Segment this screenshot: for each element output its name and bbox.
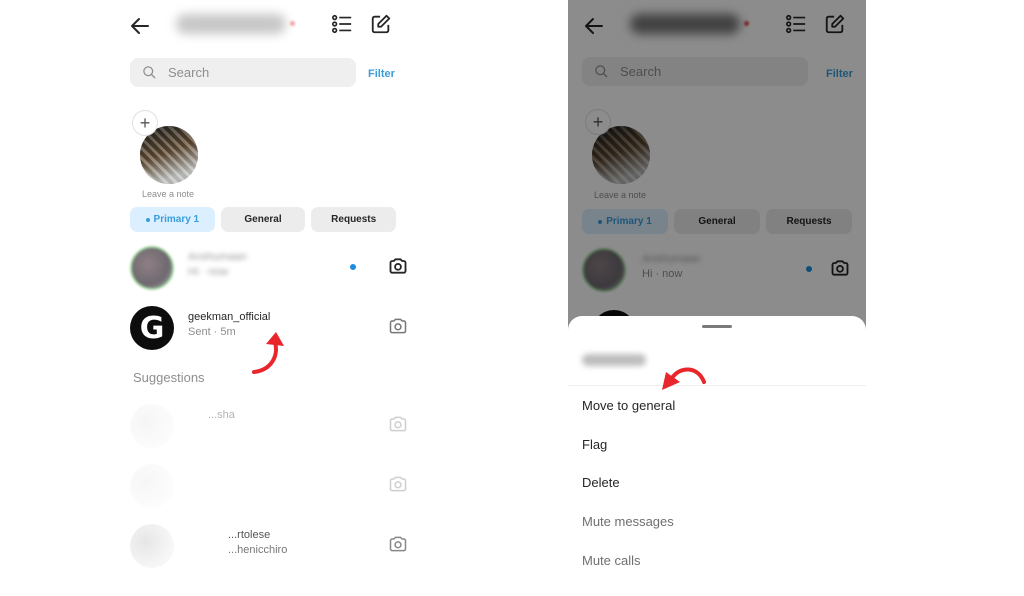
thread-subtitle: Sent · 5m (188, 326, 236, 338)
camera-icon[interactable] (388, 256, 408, 276)
arrow-left-icon[interactable] (128, 14, 152, 38)
leave-note-label: Leave a note (142, 189, 195, 199)
unread-dot (350, 264, 356, 270)
suggestion-row[interactable]: ...sha (130, 402, 407, 450)
suggestions-heading: Suggestions (133, 370, 205, 385)
search-input[interactable]: Search (130, 58, 356, 87)
thread-name: Anshumaan (188, 251, 247, 263)
avatar (130, 246, 174, 290)
menu-item-mute-calls[interactable]: Mute calls (582, 553, 641, 568)
camera-icon[interactable] (388, 414, 408, 434)
search-placeholder: Search (168, 65, 210, 80)
avatar (130, 404, 174, 448)
suggestion-name: ...sha (208, 409, 235, 421)
camera-icon[interactable] (388, 534, 408, 554)
tab-primary[interactable]: Primary 1 (130, 207, 215, 232)
avatar (130, 464, 174, 508)
compose-icon[interactable] (370, 13, 392, 35)
notification-dot (290, 21, 295, 26)
tab-requests[interactable]: Requests (311, 207, 397, 232)
suggestion-subtitle: ...henicchiro (228, 544, 288, 556)
drag-handle[interactable] (702, 325, 732, 328)
list-icon[interactable] (331, 13, 353, 35)
divider (568, 385, 866, 386)
header (114, 0, 412, 50)
thread-name: geekman_official (188, 311, 271, 323)
thread-row[interactable]: Anshumaan Hi · now (130, 244, 407, 292)
tab-general[interactable]: General (220, 207, 306, 232)
avatar (130, 524, 174, 568)
suggestion-row[interactable] (130, 462, 407, 510)
account-username[interactable] (176, 14, 286, 34)
thread-subtitle: Hi · now (188, 266, 229, 278)
filter-button[interactable]: Filter (368, 68, 395, 80)
inbox-screen-with-menu: Search Filter + Leave a note Primary 1 G… (568, 0, 866, 596)
inbox-tabs: Primary 1 General Requests (130, 207, 397, 232)
menu-item-delete[interactable]: Delete (582, 475, 620, 490)
avatar: G (130, 306, 174, 350)
plus-icon[interactable]: + (132, 110, 158, 136)
camera-icon[interactable] (388, 316, 408, 336)
thread-row[interactable]: G geekman_official Sent · 5m (130, 304, 407, 352)
search-icon (143, 66, 156, 79)
suggestion-row[interactable]: ...rtolese ...henicchiro (130, 522, 407, 570)
menu-item-move-to-general[interactable]: Move to general (582, 398, 675, 413)
bottom-sheet: Move to general Flag Delete Mute message… (568, 316, 866, 596)
sheet-username (582, 354, 646, 366)
menu-item-flag[interactable]: Flag (582, 437, 607, 452)
camera-icon[interactable] (388, 474, 408, 494)
menu-item-mute-messages[interactable]: Mute messages (582, 514, 674, 529)
suggestion-name: ...rtolese (228, 529, 271, 541)
inbox-screen: Search Filter + Leave a note Primary 1 G… (114, 0, 412, 596)
